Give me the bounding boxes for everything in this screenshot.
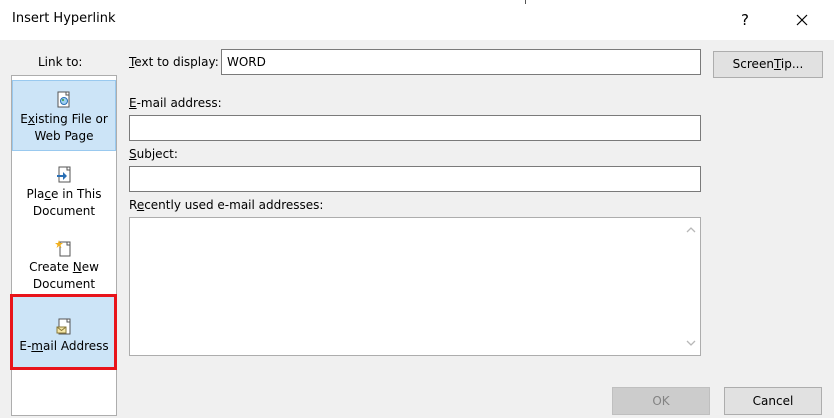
link-to-existing-file[interactable]: Existing File or Web Page (12, 80, 116, 151)
title-bar-divider (525, 0, 526, 4)
create-new-document-line2: Document (32, 277, 96, 291)
screentip-button[interactable]: ScreenTip... (713, 51, 823, 78)
ok-button[interactable]: OK (612, 387, 710, 415)
create-new-document-line1: Create New (29, 260, 99, 274)
place-in-document-line1: Place in This (26, 187, 102, 201)
recent-addresses-list[interactable] (129, 217, 701, 356)
scroll-down-icon[interactable] (684, 336, 698, 350)
email-address-input[interactable] (129, 115, 701, 141)
dialog-title: Insert Hyperlink (12, 11, 116, 26)
link-to-create-new-document[interactable]: Create New Document (12, 233, 116, 303)
help-button[interactable]: ? (732, 6, 758, 34)
recent-addresses-label: Recently used e-mail addresses: (129, 198, 324, 212)
place-in-document-icon (57, 166, 71, 183)
close-icon (796, 14, 808, 26)
link-to-place-in-document[interactable]: Place in This Document (12, 160, 116, 230)
existing-file-line1: Existing File or (20, 112, 108, 126)
create-new-document-icon (55, 240, 71, 257)
existing-file-line2: Web Page (34, 129, 94, 143)
close-button[interactable] (788, 6, 816, 34)
cancel-button[interactable]: Cancel (724, 387, 822, 415)
text-to-display-label: Text to display: (129, 55, 219, 69)
subject-label: Subject: (129, 147, 178, 161)
subject-input[interactable] (129, 166, 701, 192)
link-to-label: Link to: (38, 55, 83, 69)
text-to-display-input[interactable] (221, 49, 701, 75)
place-in-document-line2: Document (32, 204, 96, 218)
scroll-up-icon[interactable] (684, 223, 698, 237)
email-address-label: E-mail address: (129, 96, 222, 110)
existing-file-icon (57, 91, 70, 108)
title-bar: Insert Hyperlink ? (0, 0, 834, 40)
selection-highlight-box (10, 294, 117, 370)
